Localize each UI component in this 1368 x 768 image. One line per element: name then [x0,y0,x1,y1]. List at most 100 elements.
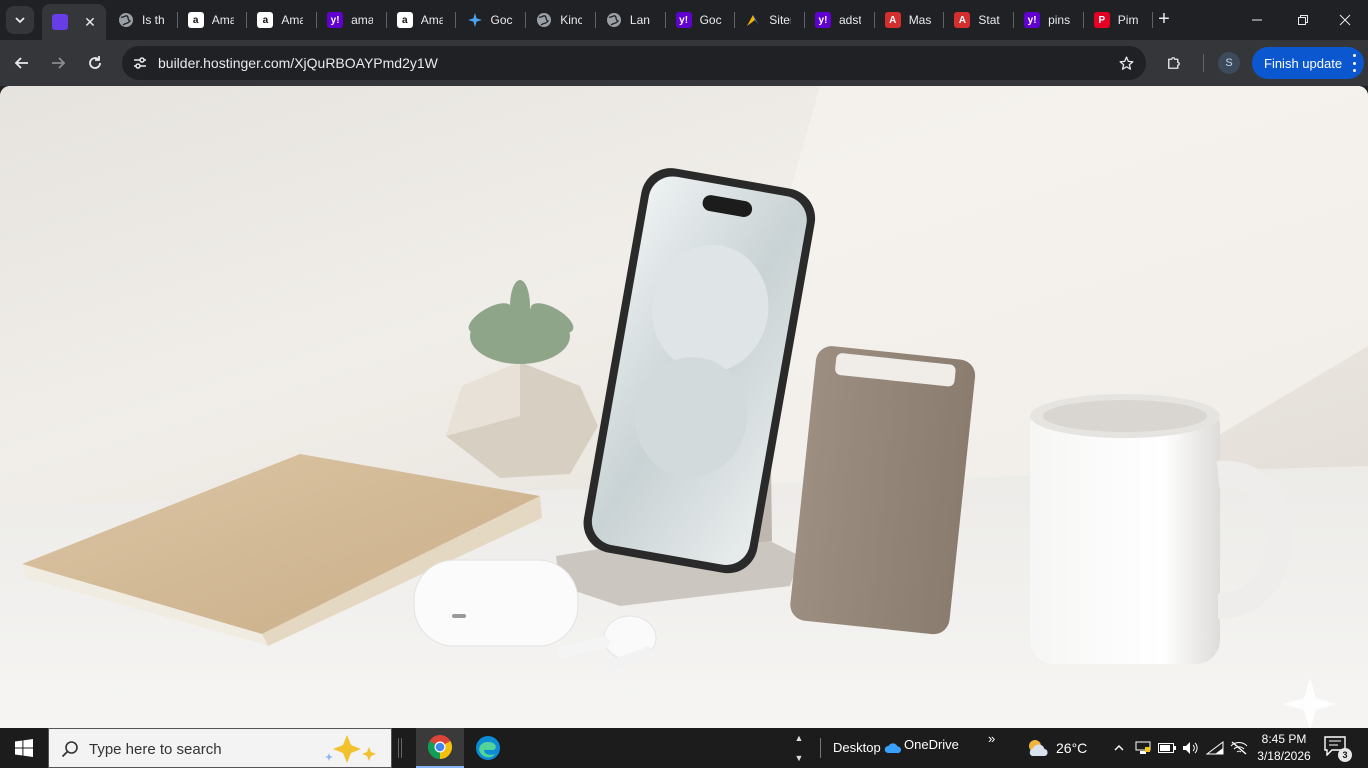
desktop-toolbar-label[interactable]: Desktop [833,740,881,755]
forward-button[interactable] [44,49,72,77]
tab-title: Siter [769,13,791,27]
arrow-right-icon [52,57,66,69]
profile-initial: S [1225,57,1233,69]
wifi-icon[interactable] [1206,739,1224,757]
finish-update-label: Finish update [1264,55,1343,71]
taskbar-edge-app[interactable] [464,728,512,768]
tab-title: pins [1048,13,1071,27]
tab-title: Goc [490,13,513,27]
new-tab-button[interactable]: + [1152,8,1176,32]
network-drive-icon[interactable] [1134,739,1152,757]
tab-active-hostinger[interactable]: ✕ [42,4,106,40]
browser-toolbar: builder.hostinger.com/XjQuRBOAYPmd2y1W S… [0,40,1368,86]
tab-title: Ama [281,13,304,27]
yahoo-icon: y! [815,12,831,28]
taskbar-scroll-arrows[interactable]: ▲ ▼ [792,728,806,768]
tab[interactable]: a Ama [247,0,318,40]
search-icon [61,741,78,758]
more-menu-icon[interactable] [1352,54,1356,72]
puzzle-icon [1168,57,1180,69]
reload-icon [89,56,101,69]
chevron-down-icon [15,17,25,24]
tab-title: Ama [420,13,443,27]
onedrive-label[interactable]: OneDrive [904,737,959,752]
taskbar-gripper [398,738,402,758]
airplane-mode-icon[interactable] [1230,739,1248,757]
tab[interactable]: Lan [596,0,666,40]
tab-title: Kinc [560,13,583,27]
onedrive-icon[interactable] [884,739,902,757]
tab[interactable]: y! Goc [666,0,736,40]
taskbar-search-placeholder: Type here to search [89,741,222,758]
notification-count-badge: 3 [1338,748,1352,762]
toolbar-overflow-chevron[interactable]: » [988,731,995,746]
minimize-icon [1252,19,1262,21]
tab[interactable]: y! pins [1014,0,1084,40]
notification-center-button[interactable]: 3 [1324,736,1352,762]
tab[interactable]: Is th [108,0,178,40]
tab-title: ama [351,13,374,27]
tab[interactable]: Siter [735,0,805,40]
pinterest-icon: P [1093,12,1110,28]
sitelinks-icon [745,12,761,28]
tab-title: Goc [699,13,722,27]
edge-icon [476,736,500,760]
tab[interactable]: A Stat [944,0,1015,40]
globe-icon [536,12,552,28]
yahoo-icon: y! [675,12,692,28]
product-photo [0,86,1368,728]
toolbar-divider [820,738,821,758]
weather-partly-cloudy-icon[interactable] [1026,739,1052,757]
taskbar-chrome-app[interactable] [416,728,464,768]
reload-button[interactable] [81,49,109,77]
taskbar-search-box[interactable]: Type here to search [48,728,392,768]
tab-title: Mas [908,13,931,27]
chrome-icon [427,735,453,759]
finish-update-button[interactable]: Finish update [1252,47,1364,79]
taskbar-clock[interactable]: 8:45 PM 3/18/2026 [1252,731,1316,765]
close-window-button[interactable] [1322,0,1368,40]
tab[interactable]: Kinc [526,0,596,40]
extensions-button[interactable] [1162,51,1186,75]
bookmark-star-icon[interactable] [1116,53,1136,73]
yahoo-icon: y! [327,12,344,28]
tab-title: Pim [1117,13,1139,27]
profile-avatar[interactable]: S [1218,52,1240,74]
amazon-icon: a [257,12,274,28]
yahoo-icon: y! [1024,12,1041,28]
amazon-icon: a [396,12,413,28]
start-button[interactable] [0,728,48,768]
minimize-button[interactable] [1234,0,1280,40]
address-url[interactable]: builder.hostinger.com/XjQuRBOAYPmd2y1W [158,55,438,71]
windows-logo-icon [15,739,33,757]
address-bar[interactable]: builder.hostinger.com/XjQuRBOAYPmd2y1W [122,46,1146,80]
page-hero-image [0,86,1368,728]
globe-icon [606,12,622,28]
weather-temperature[interactable]: 26°C [1056,740,1087,756]
restore-button[interactable] [1280,0,1326,40]
sparkle-icon [325,735,376,763]
site-info-icon[interactable] [130,53,150,73]
tab[interactable]: P Pim [1084,0,1154,40]
tab[interactable]: a Ama [387,0,457,40]
tab[interactable]: Goc [457,0,527,40]
clock-time: 8:45 PM [1261,732,1307,746]
close-icon [1339,14,1351,26]
close-tab-icon[interactable]: ✕ [82,14,98,30]
tab-strip: ✕ Is th a Ama a Ama y! ama a Ama Goc Kinc Lan y! Goc S… [0,0,1368,40]
tab[interactable]: y! adst [805,0,875,40]
restore-icon [1298,15,1308,25]
amazon-icon: a [187,12,204,28]
tab-title: Ama [211,13,234,27]
tab[interactable]: a Ama [178,0,248,40]
tab[interactable]: y! ama [317,0,387,40]
volume-icon[interactable] [1182,739,1200,757]
battery-icon[interactable] [1158,739,1176,757]
acrobat-icon: A [884,12,901,28]
gemini-icon [467,12,483,28]
tab[interactable]: A Mas [875,0,945,40]
back-button[interactable] [8,49,36,77]
tab-search-button[interactable] [6,6,34,34]
tab-title: Is th [142,13,164,27]
chevron-up-icon[interactable] [1110,739,1128,757]
